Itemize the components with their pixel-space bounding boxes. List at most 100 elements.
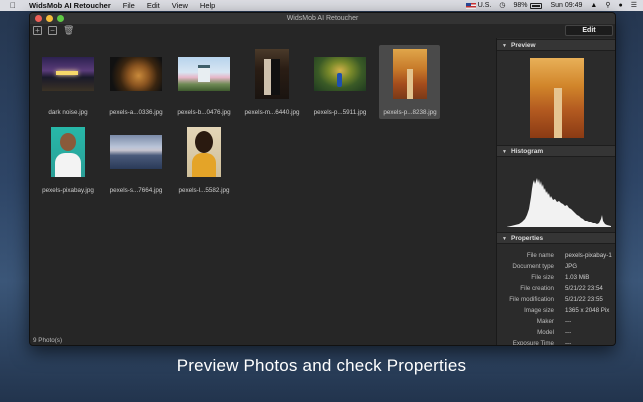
thumbnail[interactable]: pexels-m...6440.jpg <box>240 45 304 119</box>
thumbnail-label: pexels-s...7664.jpg <box>109 187 163 194</box>
thumbnail[interactable]: pexels-pixabay.jpg <box>36 123 100 197</box>
close-window-button[interactable] <box>35 15 42 22</box>
minus-icon: − <box>50 26 55 35</box>
minimize-window-button[interactable] <box>46 15 53 22</box>
thumbnail-label: pexels-a...0336.jpg <box>109 109 163 116</box>
preview-section-header[interactable]: ▼ Preview <box>497 39 615 51</box>
property-key: File creation <box>520 285 554 292</box>
photo-grid: dark noise.jpg pexels-a...0336.jpg pexel… <box>30 41 496 331</box>
thumbnail[interactable]: dark noise.jpg <box>36 45 100 119</box>
properties-section-header[interactable]: ▼ Properties <box>497 232 615 244</box>
menu-app-name[interactable]: WidsMob AI Retoucher <box>29 0 111 11</box>
status-area: U.S. ◷ 98% Sun 09:49 ▲ ⚲ ● ☰ <box>458 0 637 11</box>
menu-edit[interactable]: Edit <box>147 0 160 11</box>
apple-icon[interactable]:  <box>10 1 19 10</box>
menu-view[interactable]: View <box>172 0 188 11</box>
remove-photo-button[interactable]: − <box>48 26 57 35</box>
flag-icon[interactable] <box>465 2 476 9</box>
histogram-section-header[interactable]: ▼ Histogram <box>497 145 615 157</box>
promo-caption: Preview Photos and check Properties <box>176 356 467 375</box>
menu-bar:  WidsMob AI Retoucher File Edit View He… <box>0 0 643 11</box>
title-bar: WidsMob AI Retoucher <box>30 13 615 24</box>
property-key: Maker <box>536 318 554 325</box>
thumbnail-label: pexels-l...5582.jpg <box>178 187 230 194</box>
thumbnail-label: pexels-pixabay.jpg <box>42 187 94 194</box>
property-key: File name <box>526 252 554 259</box>
photo-count-status: 9 Photo(s) <box>33 337 63 344</box>
thumbnail-image <box>187 127 221 177</box>
siri-icon[interactable]: ● <box>618 0 622 11</box>
property-key: File size <box>531 274 554 281</box>
thumbnail-image <box>392 49 427 99</box>
input-source-label[interactable]: U.S. <box>478 0 492 11</box>
menu-help[interactable]: Help <box>200 0 215 11</box>
property-key: File modification <box>509 296 554 303</box>
thumbnail-label: pexels-p...8238.jpg <box>383 109 437 116</box>
thumbnail-selected[interactable]: pexels-p...8238.jpg <box>379 45 440 119</box>
menu-file[interactable]: File <box>123 0 135 11</box>
search-icon[interactable]: ⚲ <box>605 0 610 11</box>
inspector-panel: ▼ Preview ▼ Histogram ▼ Properties File … <box>496 38 615 346</box>
window-controls <box>35 15 68 22</box>
battery-icon[interactable] <box>530 2 543 9</box>
add-photo-button[interactable]: + <box>33 26 42 35</box>
edit-button[interactable]: Edit <box>565 25 613 36</box>
property-key: Model <box>537 329 554 336</box>
property-key: Document type <box>512 263 554 270</box>
wifi-icon[interactable]: ◷ <box>499 0 505 11</box>
disclosure-triangle-icon: ▼ <box>502 43 507 49</box>
preview-image <box>530 58 584 138</box>
trash-icon: 🗑 <box>63 25 75 35</box>
histogram-graph <box>507 178 611 227</box>
property-value: --- <box>565 340 572 346</box>
app-window: WidsMob AI Retoucher + − 🗑 Edit dark noi… <box>29 12 616 346</box>
thumbnail-image <box>314 57 366 91</box>
battery-percent[interactable]: 98% <box>513 0 527 11</box>
airplay-icon[interactable]: ▲ <box>590 0 597 11</box>
property-row: File creation 5/21/22 23:54 <box>497 283 615 294</box>
thumbnail-image <box>110 135 162 169</box>
property-value: 1.03 MiB <box>565 274 590 281</box>
delete-button[interactable]: 🗑 <box>63 25 75 35</box>
clock[interactable]: Sun 09:49 <box>550 0 582 11</box>
menu-list-icon[interactable]: ☰ <box>631 0 637 11</box>
property-row: File modification 5/21/22 23:55 <box>497 294 615 305</box>
thumbnail-image <box>51 127 85 177</box>
thumbnail-label: pexels-b...0476.jpg <box>177 109 231 116</box>
preview-section-title: Preview <box>511 42 536 49</box>
property-value: 5/21/22 23:54 <box>565 285 603 292</box>
property-value: JPG <box>565 263 578 270</box>
properties-section-title: Properties <box>511 235 544 242</box>
property-value: 1365 x 2048 Pix <box>565 307 610 314</box>
property-value: 5/21/22 23:55 <box>565 296 603 303</box>
property-row: Model --- <box>497 327 615 338</box>
property-key: Image size <box>524 307 554 314</box>
thumbnail[interactable]: pexels-p...5911.jpg <box>308 45 372 119</box>
plus-icon: + <box>35 26 40 35</box>
disclosure-triangle-icon: ▼ <box>502 149 507 155</box>
thumbnail-image <box>255 49 289 99</box>
window-title: WidsMob AI Retoucher <box>286 15 359 22</box>
property-row: Exposure Time --- <box>497 338 615 346</box>
property-row: Image size 1365 x 2048 Pix <box>497 305 615 316</box>
thumbnail[interactable]: pexels-s...7664.jpg <box>104 123 168 197</box>
zoom-window-button[interactable] <box>57 15 64 22</box>
property-row: Maker --- <box>497 316 615 327</box>
property-key: Exposure Time <box>512 340 554 346</box>
property-value: pexels-pixabay-1 <box>565 252 612 259</box>
toolbar: + − 🗑 <box>33 26 78 35</box>
property-value: --- <box>565 329 572 336</box>
thumbnail[interactable]: pexels-b...0476.jpg <box>172 45 236 119</box>
properties-list: File name pexels-pixabay-1 Document type J… <box>497 250 615 346</box>
thumbnail[interactable]: pexels-a...0336.jpg <box>104 45 168 119</box>
property-value: --- <box>565 318 572 325</box>
thumbnail[interactable]: pexels-l...5582.jpg <box>172 123 236 197</box>
property-row: File name pexels-pixabay-1 <box>497 250 615 261</box>
thumbnail-label: pexels-p...5911.jpg <box>313 109 367 116</box>
property-row: File size 1.03 MiB <box>497 272 615 283</box>
thumbnail-label: dark noise.jpg <box>48 109 88 116</box>
thumbnail-image <box>110 57 162 91</box>
property-row: Document type JPG <box>497 261 615 272</box>
histogram-section-title: Histogram <box>511 148 544 155</box>
thumbnail-image <box>178 57 230 91</box>
